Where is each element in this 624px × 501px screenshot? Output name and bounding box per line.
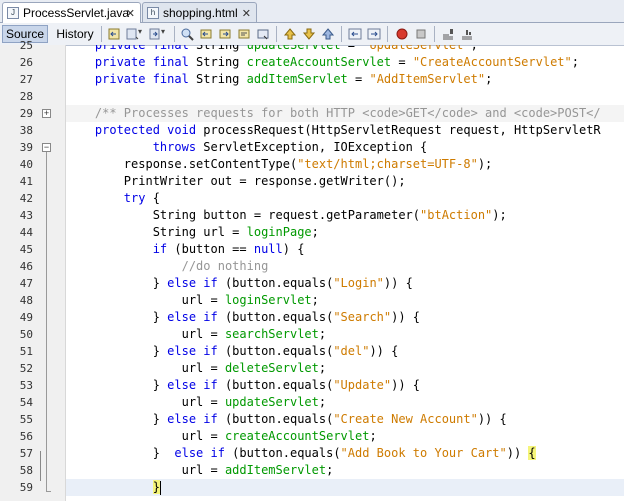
find-icon[interactable]	[180, 27, 194, 41]
line-number: 56	[19, 430, 33, 443]
code-line: url = updateServlet;	[66, 395, 327, 409]
code-line: throws ServletException, IOException {	[152, 140, 428, 154]
line-number: 39	[19, 141, 33, 154]
start-macro-icon[interactable]	[395, 27, 409, 41]
line-number: 44	[19, 226, 33, 239]
code-line: PrintWriter out = response.getWriter();	[66, 174, 406, 188]
tab-label: shopping.html	[163, 5, 238, 20]
line-number: 54	[19, 396, 33, 409]
code-line: url = loginServlet;	[66, 293, 319, 307]
line-number: 50	[19, 328, 33, 341]
line-number: 27	[19, 73, 33, 86]
line-number: 25	[19, 39, 33, 52]
line-number: 55	[19, 413, 33, 426]
code-line-current: }	[66, 479, 624, 496]
close-icon[interactable]: ✕	[126, 7, 135, 20]
toggle-highlight-icon[interactable]	[237, 27, 251, 41]
code-editor[interactable]: private final String updateServlet = "Up…	[66, 45, 624, 501]
line-number: 59	[19, 481, 33, 494]
code-line: } else if (button.equals("Add Book to Yo…	[66, 446, 536, 460]
line-number: 51	[19, 345, 33, 358]
dropdown-icon[interactable]: ▾	[161, 27, 175, 41]
code-line: url = createAccountServlet;	[66, 429, 377, 443]
code-line: } else if (button.equals("Search")) {	[66, 310, 421, 324]
line-number: 53	[19, 379, 33, 392]
line-number: 46	[19, 260, 33, 273]
code-line: //do nothing	[181, 259, 269, 273]
toggle-bookmark-icon[interactable]	[321, 27, 335, 41]
line-number: 45	[19, 243, 33, 256]
code-line: if (button == null) {	[152, 242, 305, 256]
find-previous-icon[interactable]	[199, 27, 213, 41]
fold-collapse-icon[interactable]: −	[42, 143, 51, 152]
line-number: 29	[19, 107, 33, 120]
back-icon[interactable]	[125, 27, 139, 41]
comment-icon[interactable]	[441, 27, 455, 41]
previous-bookmark-icon[interactable]	[283, 27, 297, 41]
code-line: private final String createAccountServle…	[94, 55, 579, 69]
code-line: url = deleteServlet;	[66, 361, 327, 375]
line-number: 38	[19, 124, 33, 137]
tab-process-servlet[interactable]: J ProcessServlet.java ✕	[2, 2, 141, 23]
line-number: 43	[19, 209, 33, 222]
text-caret	[159, 480, 161, 495]
code-line: private final String addItemServlet = "A…	[94, 72, 493, 86]
code-line: try {	[123, 191, 160, 205]
code-line: String button = request.getParameter("bt…	[66, 208, 507, 222]
java-file-icon: J	[7, 7, 19, 19]
tab-shopping-html[interactable]: h shopping.html ✕	[142, 2, 257, 22]
code-line: } else if (button.equals("Create New Acc…	[66, 412, 507, 426]
line-number: 42	[19, 192, 33, 205]
line-number: 47	[19, 277, 33, 290]
tab-label: ProcessServlet.java	[23, 6, 130, 20]
code-line: url = addItemServlet;	[66, 463, 334, 477]
uncomment-icon[interactable]	[460, 27, 474, 41]
line-number: 48	[19, 294, 33, 307]
code-line: } else if (button.equals("Update")) {	[66, 378, 421, 392]
shift-right-icon[interactable]	[367, 27, 381, 41]
line-number: 41	[19, 175, 33, 188]
line-number: 40	[19, 158, 33, 171]
shift-left-icon[interactable]	[348, 27, 362, 41]
line-number: 26	[19, 56, 33, 69]
close-icon[interactable]: ✕	[242, 7, 251, 20]
line-number: 57	[19, 447, 33, 460]
html-file-icon: h	[147, 6, 159, 19]
line-number: 58	[19, 464, 33, 477]
toggle-rect-select-icon[interactable]	[256, 27, 270, 41]
code-line: } else if (button.equals("del")) {	[66, 344, 399, 358]
next-bookmark-icon[interactable]	[302, 27, 316, 41]
find-next-icon[interactable]	[218, 27, 232, 41]
code-line: protected void processRequest(HttpServle…	[94, 123, 601, 137]
last-edit-icon[interactable]	[107, 27, 121, 41]
editor-toolbar: Source History ▾ ▾	[0, 23, 624, 46]
code-line: response.setContentType("text/html;chars…	[66, 157, 493, 171]
stop-macro-icon[interactable]	[414, 27, 428, 41]
code-line: } else if (button.equals("Login")) {	[66, 276, 413, 290]
history-button[interactable]: History	[52, 25, 98, 43]
editor-tab-bar: J ProcessServlet.java ✕ h shopping.html …	[0, 0, 624, 23]
line-number: 52	[19, 362, 33, 375]
code-line: /** Processes requests for both HTTP <co…	[66, 105, 624, 122]
code-line: url = searchServlet;	[66, 327, 327, 341]
fold-expand-icon[interactable]: +	[42, 109, 51, 118]
line-number: 28	[19, 90, 33, 103]
code-line: private final String updateServlet = "Up…	[94, 45, 478, 52]
code-line: String url = loginPage;	[66, 225, 319, 239]
line-number-gutter: 25 26 27 28 29 38 39 40 41 42 43 44 45 4…	[0, 39, 66, 501]
forward-icon[interactable]	[148, 27, 162, 41]
line-number: 49	[19, 311, 33, 324]
